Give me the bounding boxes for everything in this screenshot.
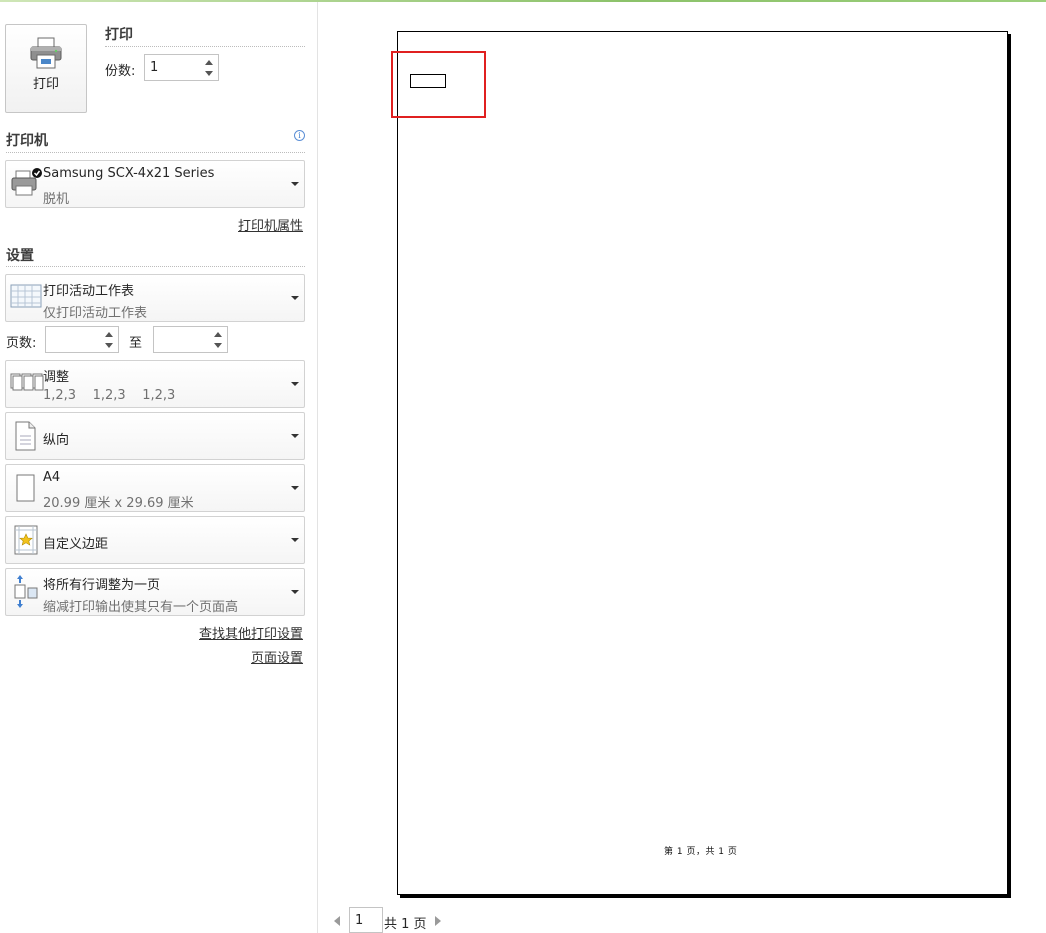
page-footer-text: 第 1 页，共 1 页 [664,847,738,857]
scaling-dropdown[interactable]: 将所有行调整为一页 缩减打印输出使其只有一个页面高 [5,568,305,616]
paper-size-dropdown[interactable]: A4 20.99 厘米 x 29.69 厘米 [5,464,305,512]
collate-dropdown[interactable]: 调整 1,2,3 1,2,3 1,2,3 [5,360,305,408]
chevron-down-icon [291,590,299,594]
info-icon[interactable]: i [294,130,305,141]
copies-value: 1 [150,60,159,75]
print-scope-main: 打印活动工作表 [43,284,135,299]
page-number-input[interactable]: 1 [349,907,383,933]
collate-icon [10,373,44,391]
printer-section-title: 打印机 [6,133,48,149]
worksheet-icon [10,284,42,308]
margins-main: 自定义边距 [43,537,109,552]
page-setup-link[interactable]: 页面设置 [251,647,303,666]
orientation-dropdown[interactable]: 纵向 [5,412,305,460]
chevron-down-icon [291,182,299,186]
print-button-label: 打印 [32,77,59,92]
preview-page [397,31,1008,895]
paper-icon [16,474,35,502]
highlight-box [391,51,486,118]
paper-size-sub: 20.99 厘米 x 29.69 厘米 [43,496,194,511]
current-page-value: 1 [355,913,364,928]
stepper-down-icon[interactable] [205,71,213,76]
total-pages-label: 共 1 页 [384,917,427,932]
printer-status: 脱机 [43,192,70,207]
scaling-main: 将所有行调整为一页 [43,578,161,593]
fit-rows-icon [14,575,38,608]
divider [6,152,305,153]
chevron-down-icon [291,434,299,438]
stepper-down-icon[interactable] [105,343,113,348]
stepper-arrows[interactable] [205,58,214,78]
chevron-down-icon [291,486,299,490]
printer-properties-link[interactable]: 打印机属性 [238,215,303,234]
paper-size-main: A4 [43,470,61,485]
previous-page-icon[interactable] [334,916,340,926]
collate-sub: 1,2,3 1,2,3 1,2,3 [43,388,176,403]
stepper-up-icon[interactable] [214,332,222,337]
print-button[interactable]: 打印 [5,24,87,113]
chevron-down-icon [291,538,299,542]
pages-label: 页数: [6,336,37,351]
pages-to-stepper[interactable] [153,326,228,353]
pages-from-stepper[interactable] [45,326,119,353]
printer-device-icon [11,168,42,196]
printer-name: Samsung SCX-4x21 Series [43,166,215,181]
portrait-page-icon [15,421,36,451]
stepper-up-icon[interactable] [105,332,113,337]
settings-section-title: 设置 [6,248,34,264]
pages-to-label: 至 [129,336,143,351]
copies-stepper[interactable]: 1 [144,54,219,81]
stepper-arrows[interactable] [105,330,114,350]
print-section-title: 打印 [105,27,133,43]
divider [6,266,305,267]
scaling-sub: 缩减打印输出使其只有一个页面高 [43,600,239,615]
print-scope-sub: 仅打印活动工作表 [43,306,148,321]
next-page-icon[interactable] [435,916,441,926]
copies-label: 份数: [105,64,136,79]
stepper-up-icon[interactable] [205,60,213,65]
stepper-arrows[interactable] [214,330,223,350]
more-print-settings-link[interactable]: 查找其他打印设置 [199,623,303,642]
chevron-down-icon [291,382,299,386]
margins-dropdown[interactable]: 自定义边距 [5,516,305,564]
printer-dropdown[interactable]: Samsung SCX-4x21 Series 脱机 [5,160,305,208]
divider [105,46,305,47]
custom-margins-icon [14,525,38,555]
printer-icon [30,37,62,69]
stepper-down-icon[interactable] [214,343,222,348]
collate-main: 调整 [43,370,70,385]
orientation-main: 纵向 [43,433,70,448]
chevron-down-icon [291,296,299,300]
print-scope-dropdown[interactable]: 打印活动工作表 仅打印活动工作表 [5,274,305,322]
